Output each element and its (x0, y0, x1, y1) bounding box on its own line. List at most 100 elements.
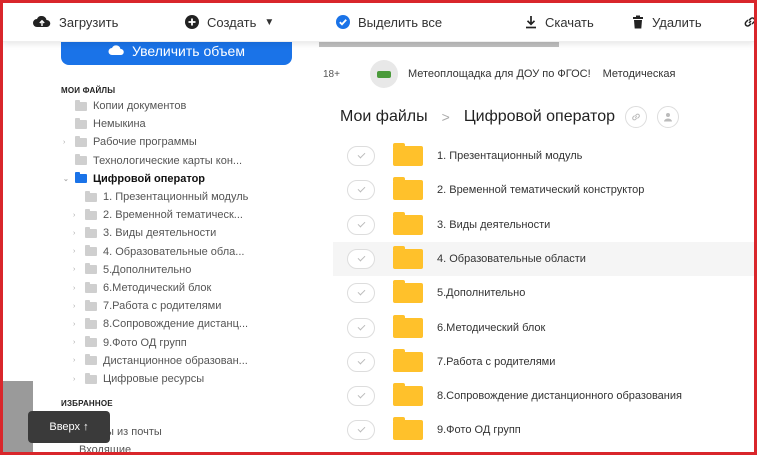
sidebar-folder-item[interactable]: Технологические карты кон... (63, 152, 242, 170)
file-row[interactable]: 9.Фото ОД групп (333, 413, 754, 447)
ad-logo (369, 60, 398, 88)
chevron-down-icon[interactable]: ⌄ (63, 175, 71, 183)
file-name: 4. Образовательные области (437, 252, 586, 265)
folder-icon (393, 177, 423, 201)
sidebar-folder-item[interactable]: › 4. Образовательные обла... (73, 243, 244, 261)
cloud-upload-icon (33, 16, 51, 28)
sidebar-folder-item[interactable]: 1. Презентационный модуль (73, 188, 248, 206)
sidebar: Увеличить объем МОИ ФАЙЛЫ Копии документ… (3, 37, 303, 452)
file-row[interactable]: 4. Образовательные области (333, 241, 754, 276)
folder-icon (75, 172, 87, 184)
fav-item-inbox[interactable]: Входящие (79, 441, 131, 452)
create-button[interactable]: Создать ▼ (185, 13, 274, 31)
sidebar-folder-label: Немыкина (93, 118, 146, 131)
file-row[interactable]: 1. Презентационный модуль (333, 139, 754, 173)
file-row[interactable]: 7.Работа с родителями (333, 345, 754, 379)
chevron-right-icon[interactable]: › (73, 248, 81, 255)
chevron-right-icon[interactable]: › (73, 230, 81, 237)
folder-icon (85, 317, 97, 329)
row-checkbox[interactable] (347, 420, 375, 441)
caret-down-icon: ▼ (264, 16, 275, 28)
row-checkbox[interactable] (347, 146, 375, 166)
sidebar-folder-item[interactable]: › 6.Методический блок (73, 279, 211, 297)
check-circle-icon (336, 15, 350, 29)
file-row[interactable]: 6.Методический блок (333, 311, 754, 345)
sidebar-folder-item[interactable]: › Рабочие программы (63, 133, 197, 151)
row-checkbox[interactable] (347, 351, 375, 372)
sidebar-folder-label: 8.Сопровождение дистанц... (103, 318, 249, 331)
folder-icon (75, 135, 87, 147)
file-name: 5.Дополнительно (437, 287, 526, 300)
sidebar-folder-item[interactable]: Немыкина (63, 115, 146, 133)
delete-button[interactable]: Удалить (632, 13, 702, 31)
folder-icon (85, 208, 97, 220)
folder-icon (85, 299, 97, 311)
link-button[interactable] (743, 13, 754, 31)
sidebar-folder-item[interactable]: › 5.Дополнительно (73, 261, 191, 279)
file-row[interactable]: 3. Виды деятельности (333, 208, 754, 242)
chevron-right-icon[interactable]: › (73, 266, 81, 273)
chevron-right-icon[interactable]: › (73, 212, 81, 219)
scroll-up-button[interactable]: Вверх ↑ (28, 411, 110, 443)
chevron-right-icon[interactable]: › (73, 376, 81, 383)
select-all-button[interactable]: Выделить все (336, 13, 442, 31)
folder-icon (85, 336, 97, 348)
folder-icon (75, 117, 87, 129)
plus-circle-icon (185, 15, 199, 29)
folder-icon (85, 263, 97, 275)
sidebar-folder-item[interactable]: › Цифровые ресурсы (73, 370, 204, 388)
breadcrumb-root[interactable]: Мои файлы (340, 108, 428, 126)
chevron-right-icon[interactable]: › (73, 285, 81, 292)
folder-icon (393, 383, 423, 407)
folder-icon (85, 372, 97, 384)
chevron-right-icon[interactable]: › (73, 303, 81, 310)
row-checkbox[interactable] (347, 180, 375, 201)
folder-icon (393, 245, 423, 269)
row-checkbox[interactable] (347, 214, 375, 235)
folder-icon (393, 314, 423, 338)
share-link-icon[interactable] (625, 106, 647, 128)
sidebar-folder-item[interactable]: › 3. Виды деятельности (73, 224, 216, 242)
sidebar-folder-item[interactable]: › 2. Временной тематическ... (73, 206, 243, 224)
file-name: 3. Виды деятельности (437, 218, 551, 231)
folder-icon (75, 154, 87, 166)
sidebar-folder-item[interactable]: Копии документов (63, 97, 186, 115)
upload-button[interactable]: Загрузить (33, 13, 118, 31)
sidebar-folder-item[interactable]: ⌄ Цифровой оператор (63, 170, 205, 188)
chevron-right-icon[interactable]: › (73, 321, 81, 328)
file-row[interactable]: 5.Дополнительно (333, 276, 754, 310)
link-icon (743, 15, 754, 29)
sidebar-folder-item[interactable]: › Дистанционное образован... (73, 352, 248, 370)
row-checkbox[interactable] (347, 283, 375, 304)
folder-icon (393, 143, 423, 166)
age-rating: 18+ (323, 68, 340, 80)
row-checkbox[interactable] (347, 317, 375, 338)
chevron-right-icon[interactable]: › (73, 339, 81, 346)
file-row[interactable]: 8.Сопровождение дистанционного образован… (333, 379, 754, 413)
ad-banner[interactable]: 18+ Метеоплощадка для ДОУ по ФГОС! Метод… (319, 60, 676, 88)
download-icon (525, 15, 537, 29)
sidebar-folder-item[interactable]: › 8.Сопровождение дистанц... (73, 315, 248, 333)
chevron-right-icon[interactable]: › (73, 357, 81, 364)
share-users-icon[interactable] (657, 106, 679, 128)
sidebar-folder-label: 6.Методический блок (103, 282, 212, 294)
download-button[interactable]: Скачать (525, 13, 594, 31)
row-checkbox[interactable] (347, 248, 375, 269)
file-name: 2. Временной тематический конструктор (437, 184, 645, 197)
file-row[interactable]: 2. Временной тематический конструктор (333, 173, 754, 207)
sidebar-folder-label: Цифровой оператор (93, 172, 206, 185)
sidebar-folder-item[interactable]: › 9.Фото ОД групп (73, 334, 187, 352)
row-checkbox[interactable] (347, 386, 375, 407)
cloud-icon (108, 43, 124, 59)
chevron-right-icon[interactable]: › (63, 139, 71, 146)
file-name: 7.Работа с родителями (437, 355, 556, 368)
folder-icon (85, 245, 97, 257)
folder-icon (75, 99, 87, 111)
sidebar-folder-label: Рабочие программы (93, 136, 197, 149)
sidebar-folder-item[interactable]: › 7.Работа с родителями (73, 297, 221, 315)
breadcrumb-current: Цифровой оператор (463, 108, 615, 125)
breadcrumb: Мои файлы > Цифровой оператор (340, 105, 679, 129)
folder-icon (85, 281, 97, 293)
sidebar-folder-label: 7.Работа с родителями (103, 300, 222, 313)
sidebar-folder-label: Технологические карты кон... (93, 154, 243, 167)
